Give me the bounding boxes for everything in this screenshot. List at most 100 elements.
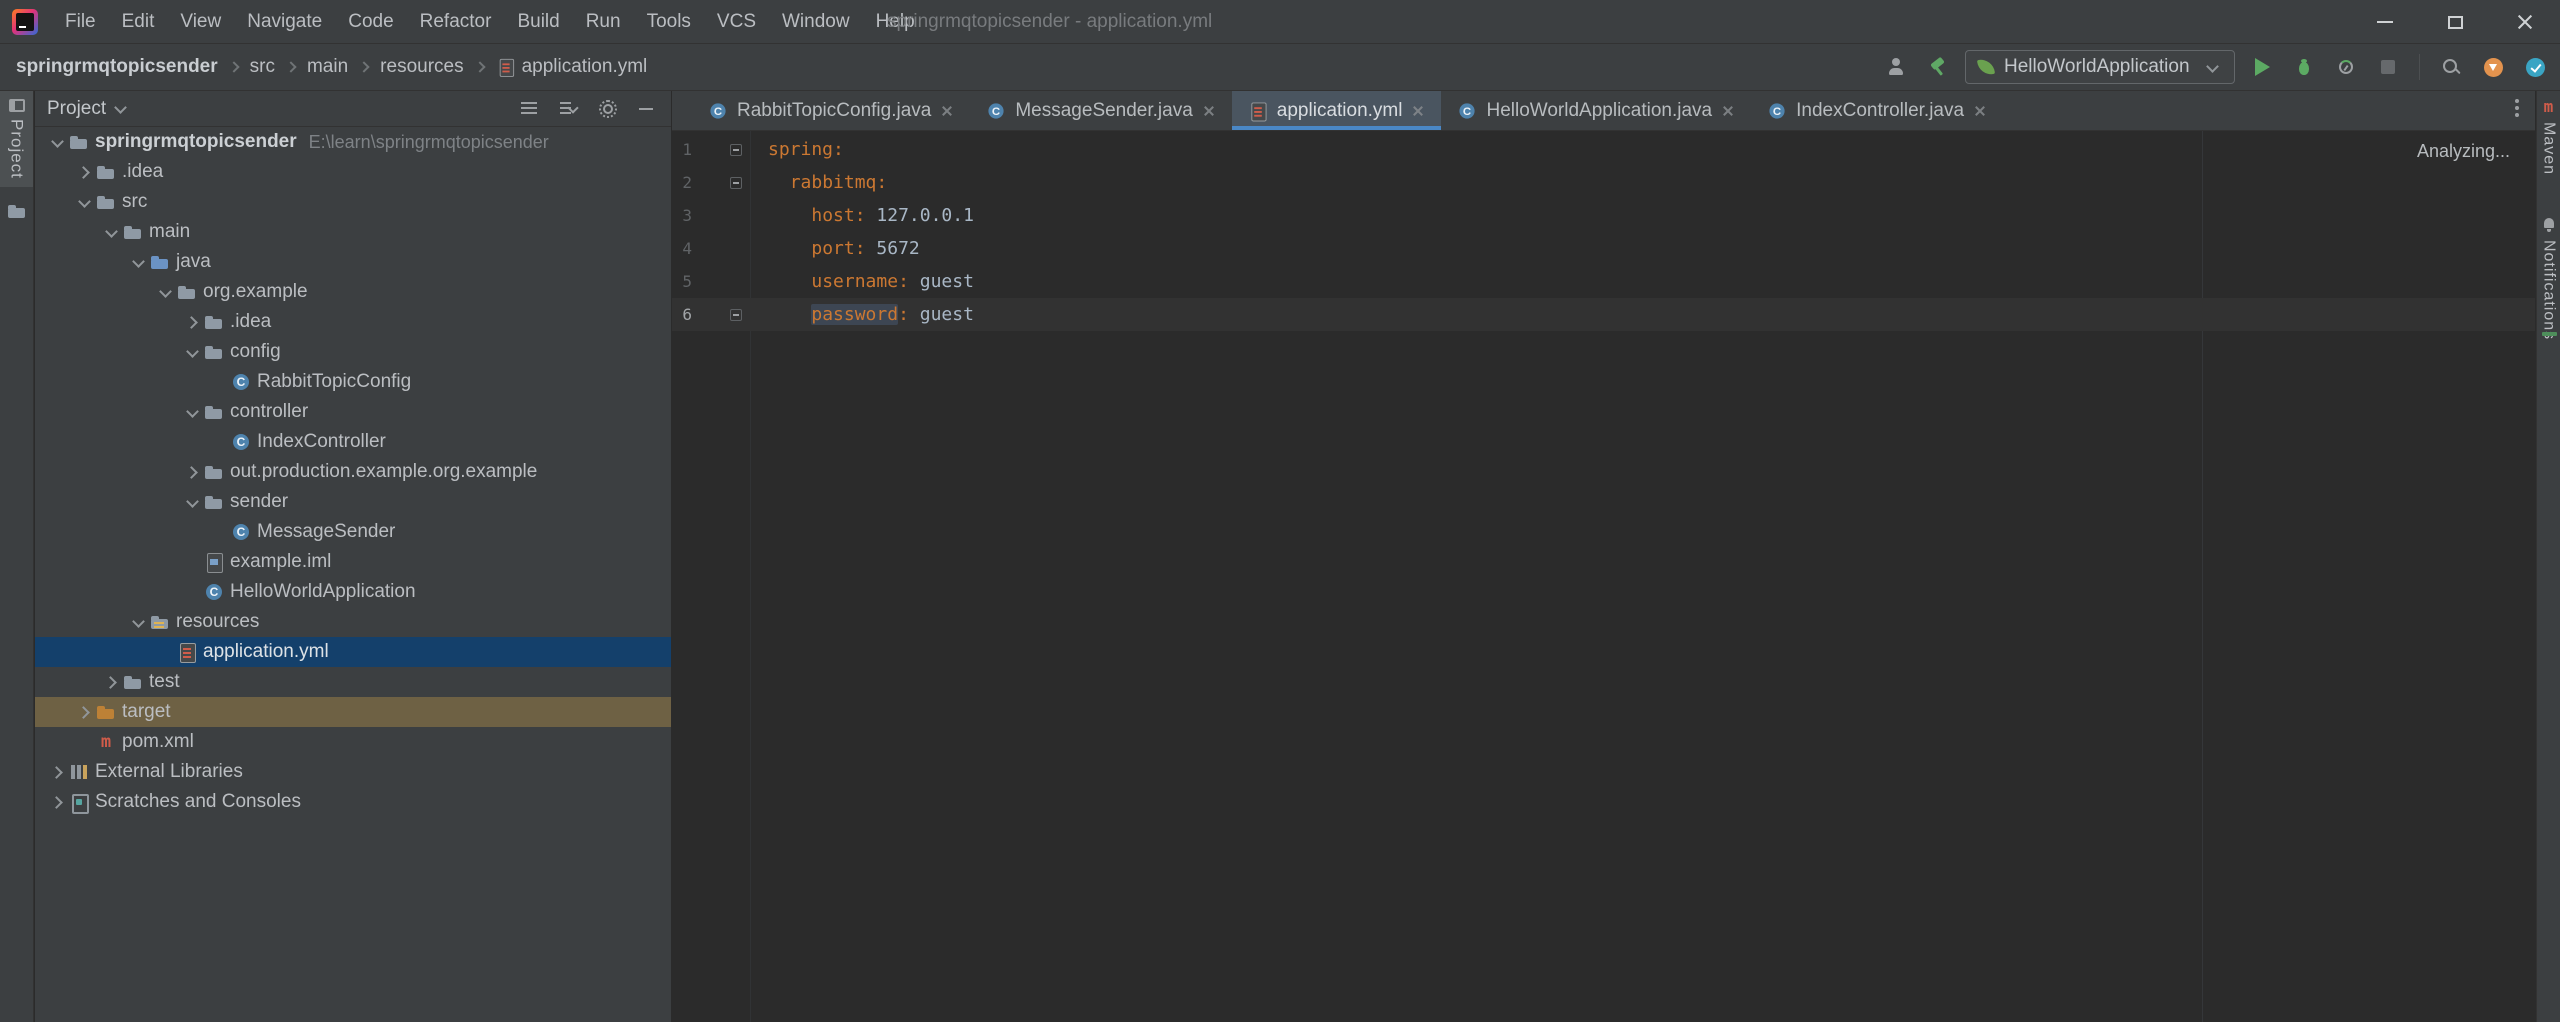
fold-icon[interactable] bbox=[730, 308, 742, 321]
tree-item-pom-xml[interactable]: pom.xml bbox=[35, 727, 671, 757]
tree-item-helloworldapplication[interactable]: HelloWorldApplication bbox=[35, 577, 671, 607]
code-with-me-button[interactable] bbox=[1881, 52, 1911, 82]
editor-line[interactable]: 2 rabbitmq: bbox=[672, 166, 2535, 199]
code-editor[interactable]: 1 spring: 2 rabbitmq: 3 host: 127.0.0.1 … bbox=[672, 131, 2535, 1022]
chevron-right-icon[interactable] bbox=[182, 312, 202, 332]
folder-icon[interactable] bbox=[7, 201, 27, 221]
menu-navigate[interactable]: Navigate bbox=[234, 0, 335, 43]
tab-close-icon[interactable] bbox=[940, 104, 954, 118]
tab-messagesender-java[interactable]: MessageSender.java bbox=[970, 91, 1231, 130]
menu-tools[interactable]: Tools bbox=[634, 0, 704, 43]
chevron-down-icon[interactable] bbox=[155, 282, 175, 302]
fold-icon[interactable] bbox=[730, 143, 742, 156]
updates-button[interactable] bbox=[2478, 52, 2508, 82]
menu-window[interactable]: Window bbox=[769, 0, 863, 43]
tree-item-sender[interactable]: sender bbox=[35, 487, 671, 517]
fold-icon[interactable] bbox=[730, 176, 742, 189]
chevron-right-icon[interactable] bbox=[101, 672, 121, 692]
more-icon[interactable] bbox=[2515, 99, 2519, 103]
chevron-down-icon[interactable] bbox=[182, 492, 202, 512]
tab-application-yml[interactable]: application.yml bbox=[1231, 91, 1442, 130]
debug-button[interactable] bbox=[2289, 52, 2319, 82]
tab-close-icon[interactable] bbox=[1721, 104, 1735, 118]
menu-edit[interactable]: Edit bbox=[109, 0, 168, 43]
coverage-button[interactable] bbox=[2331, 52, 2361, 82]
chevron-down-icon[interactable] bbox=[128, 612, 148, 632]
tree-item-messagesender[interactable]: MessageSender bbox=[35, 517, 671, 547]
expand-all-icon[interactable] bbox=[521, 101, 538, 116]
menu-build[interactable]: Build bbox=[504, 0, 572, 43]
tree-item-rabbittopicconfig[interactable]: RabbitTopicConfig bbox=[35, 367, 671, 397]
notifications-tool-button[interactable]: Notifications bbox=[2537, 209, 2560, 348]
chevron-right-icon[interactable] bbox=[74, 162, 94, 182]
tab-close-icon[interactable] bbox=[1202, 104, 1216, 118]
tree-item-scratches[interactable]: Scratches and Consoles bbox=[35, 787, 671, 817]
tab-close-icon[interactable] bbox=[1973, 104, 1987, 118]
chevron-right-icon[interactable] bbox=[47, 762, 67, 782]
menu-view[interactable]: View bbox=[167, 0, 234, 43]
menu-code[interactable]: Code bbox=[335, 0, 406, 43]
menu-file[interactable]: File bbox=[52, 0, 109, 43]
menu-run[interactable]: Run bbox=[573, 0, 634, 43]
tree-item-src[interactable]: src bbox=[35, 187, 671, 217]
menu-refactor[interactable]: Refactor bbox=[407, 0, 505, 43]
breadcrumb-resources[interactable]: resources bbox=[380, 56, 463, 78]
tree-item-java[interactable]: java bbox=[35, 247, 671, 277]
tree-item-indexcontroller[interactable]: IndexController bbox=[35, 427, 671, 457]
chevron-down-icon[interactable] bbox=[47, 132, 67, 152]
tree-item-example-iml[interactable]: example.iml bbox=[35, 547, 671, 577]
tree-item-controller[interactable]: controller bbox=[35, 397, 671, 427]
tab-helloworldapplication-java[interactable]: HelloWorldApplication.java bbox=[1441, 91, 1751, 130]
minimize-button[interactable] bbox=[2350, 0, 2420, 44]
chevron-right-icon[interactable] bbox=[47, 792, 67, 812]
tree-item-idea[interactable]: .idea bbox=[35, 157, 671, 187]
chevron-right-icon[interactable] bbox=[182, 462, 202, 482]
tab-indexcontroller-java[interactable]: IndexController.java bbox=[1751, 91, 2003, 130]
chevron-down-icon[interactable] bbox=[101, 222, 121, 242]
tree-item-application-yml[interactable]: application.yml bbox=[35, 637, 671, 667]
chevron-down-icon[interactable] bbox=[128, 252, 148, 272]
run-config-select[interactable]: HelloWorldApplication bbox=[1965, 50, 2235, 84]
tree-item-test[interactable]: test bbox=[35, 667, 671, 697]
breadcrumb-main[interactable]: main bbox=[307, 56, 348, 78]
project-tool-button[interactable]: Project bbox=[0, 91, 33, 187]
tab-close-icon[interactable] bbox=[1411, 104, 1425, 118]
search-everywhere-button[interactable] bbox=[2436, 52, 2466, 82]
project-panel-title[interactable]: Project bbox=[47, 98, 106, 120]
tree-item-root[interactable]: springrmqtopicsender E:\learn\springrmqt… bbox=[35, 127, 671, 157]
tree-item-resources[interactable]: resources bbox=[35, 607, 671, 637]
tree-item-target[interactable]: target bbox=[35, 697, 671, 727]
events-button[interactable] bbox=[2520, 52, 2550, 82]
menu-vcs[interactable]: VCS bbox=[704, 0, 769, 43]
tab-rabbittopicconfig-java[interactable]: RabbitTopicConfig.java bbox=[692, 91, 970, 130]
tree-item-config[interactable]: config bbox=[35, 337, 671, 367]
breadcrumb-src[interactable]: src bbox=[250, 56, 275, 78]
editor-line[interactable]: 4 port: 5672 bbox=[672, 232, 2535, 265]
tree-item-org-example[interactable]: org.example bbox=[35, 277, 671, 307]
chevron-right-icon[interactable] bbox=[74, 702, 94, 722]
editor-line[interactable]: 3 host: 127.0.0.1 bbox=[672, 199, 2535, 232]
breadcrumb-file[interactable]: application.yml bbox=[522, 56, 648, 78]
tree-item-idea2[interactable]: .idea bbox=[35, 307, 671, 337]
chevron-down-icon[interactable] bbox=[74, 192, 94, 212]
build-button[interactable] bbox=[1923, 52, 1953, 82]
maximize-button[interactable] bbox=[2420, 0, 2490, 44]
editor-line[interactable]: 1 spring: bbox=[672, 133, 2535, 166]
hide-icon[interactable] bbox=[639, 107, 653, 110]
chevron-down-icon[interactable] bbox=[182, 402, 202, 422]
collapse-all-icon[interactable] bbox=[560, 101, 577, 116]
maven-tool-button[interactable]: Maven bbox=[2537, 91, 2560, 183]
tree-item-out-production[interactable]: out.production.example.org.example bbox=[35, 457, 671, 487]
close-button[interactable] bbox=[2490, 0, 2560, 44]
editor-line[interactable]: 5 username: guest bbox=[672, 265, 2535, 298]
gear-icon[interactable] bbox=[599, 99, 617, 118]
editor-line-current[interactable]: 6 password: guest bbox=[672, 298, 2535, 331]
line-number: 6 bbox=[682, 305, 692, 324]
chevron-down-icon[interactable] bbox=[110, 99, 130, 119]
run-button[interactable] bbox=[2247, 52, 2277, 82]
tree-item-main[interactable]: main bbox=[35, 217, 671, 247]
chevron-down-icon[interactable] bbox=[182, 342, 202, 362]
breadcrumb-project[interactable]: springrmqtopicsender bbox=[16, 56, 218, 78]
tree-item-external-libraries[interactable]: External Libraries bbox=[35, 757, 671, 787]
inspections-marker[interactable] bbox=[2542, 332, 2557, 336]
